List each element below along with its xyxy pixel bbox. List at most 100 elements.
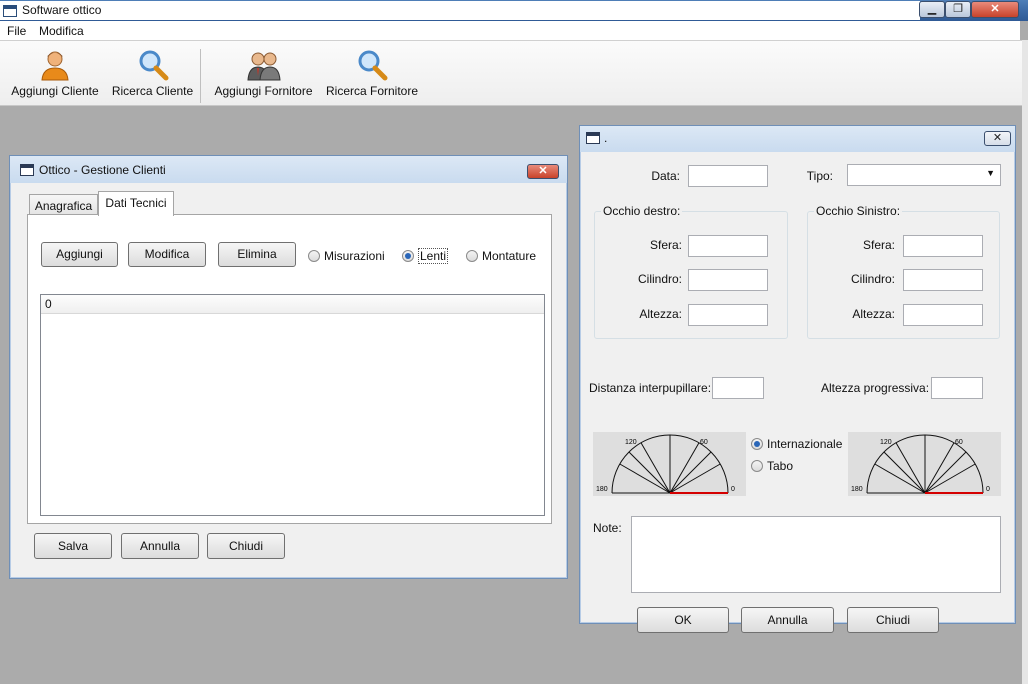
search-supplier-label: Ricerca Fornitore: [326, 84, 419, 98]
axis-protractor-right[interactable]: 0 60 120 180: [593, 432, 746, 496]
altezza-prog-label: Altezza progressiva:: [821, 381, 930, 395]
radio-internazionale-label: Internazionale: [767, 437, 843, 451]
toolbar-separator: [200, 49, 201, 103]
radio-circle-icon: [751, 460, 763, 472]
close-button[interactable]: ✕: [971, 1, 1019, 18]
od-altezza-field[interactable]: [688, 304, 768, 326]
search-client-label: Ricerca Cliente: [111, 84, 194, 98]
occhio-sinistro-title: Occhio Sinistro:: [814, 204, 903, 218]
menu-modifica[interactable]: Modifica: [39, 24, 84, 38]
chevron-down-icon: ▼: [986, 168, 995, 178]
tab-dati-tecnici[interactable]: Dati Tecnici: [98, 191, 174, 216]
magnifier-icon: [139, 50, 168, 81]
clients-window: Ottico - Gestione Clienti ✕ Anagrafica D…: [9, 155, 568, 579]
radio-misurazioni-label: Misurazioni: [324, 249, 385, 263]
radio-tabo[interactable]: Tabo: [751, 459, 793, 473]
clients-window-titlebar[interactable]: Ottico - Gestione Clienti ✕: [10, 156, 567, 183]
radio-lenti[interactable]: Lenti: [402, 248, 449, 264]
axis-tick-60: 60: [955, 439, 963, 446]
tab-panel: Aggiungi Modifica Elimina Misurazioni Le…: [27, 214, 552, 524]
radio-misurazioni[interactable]: Misurazioni: [308, 249, 385, 263]
od-sfera-label: Sfera:: [649, 238, 682, 252]
tipo-label: Tipo:: [806, 169, 833, 183]
os-cilindro-label: Cilindro:: [850, 272, 895, 286]
os-sfera-label: Sfera:: [862, 238, 895, 252]
window-icon: [586, 132, 600, 144]
tipo-select[interactable]: ▼: [847, 164, 1001, 186]
delete-button[interactable]: Elimina: [218, 242, 296, 267]
detail-body: Data: Tipo: ▼ Occhio destro: Sfera: Cili…: [580, 152, 1015, 633]
list-item[interactable]: 0: [41, 295, 544, 314]
od-cilindro-label: Cilindro:: [637, 272, 682, 286]
distanza-field[interactable]: [712, 377, 764, 399]
radio-lenti-label: Lenti: [418, 248, 449, 264]
protractor-icon: 0 60 120 180: [596, 434, 735, 494]
axis-tick-60: 60: [700, 439, 708, 446]
menubar: File Modifica: [0, 21, 1020, 40]
search-supplier-button[interactable]: Ricerca Fornitore: [326, 49, 418, 103]
data-field[interactable]: [688, 165, 768, 187]
os-altezza-field[interactable]: [903, 304, 983, 326]
radio-montature-label: Montature: [482, 249, 537, 263]
toolbar: Aggiungi Cliente Ricerca Cliente Aggiung…: [0, 40, 1022, 106]
note-textarea[interactable]: [631, 516, 1001, 593]
axis-tick-180: 180: [851, 486, 863, 493]
os-cilindro-field[interactable]: [903, 269, 983, 291]
right-scrollbar[interactable]: [1022, 40, 1028, 684]
radio-selected-icon: [751, 438, 763, 450]
od-altezza-label: Altezza:: [639, 307, 682, 321]
minimize-button[interactable]: ▁: [919, 1, 945, 18]
od-sfera-field[interactable]: [688, 235, 768, 257]
data-label: Data:: [651, 169, 680, 183]
group-occhio-sinistro: Occhio Sinistro: Sfera: Cilindro: Altezz…: [807, 204, 1000, 339]
add-supplier-label: Aggiungi Fornitore: [214, 84, 313, 98]
app-titlebar: Software ottico ▁ ❐ ✕: [0, 0, 1028, 21]
detail-window: . ✕ Data: Tipo: ▼ Occhio destro: Sfera: …: [579, 125, 1016, 633]
clients-window-body: Anagrafica Dati Tecnici Aggiungi Modific…: [16, 183, 561, 572]
save-button[interactable]: Salva: [34, 533, 112, 559]
os-sfera-field[interactable]: [903, 235, 983, 257]
group-occhio-destro: Occhio destro: Sfera: Cilindro: Altezza:: [594, 204, 788, 339]
app-window-icon: [3, 5, 17, 17]
add-client-label: Aggiungi Cliente: [11, 84, 99, 98]
altezza-prog-field[interactable]: [931, 377, 983, 399]
radio-circle-icon: [466, 250, 478, 262]
close-window-button[interactable]: Chiudi: [847, 607, 939, 633]
clients-window-title: Ottico - Gestione Clienti: [39, 163, 166, 177]
ok-button[interactable]: OK: [637, 607, 729, 633]
note-label: Note:: [593, 521, 622, 535]
tab-anagrafica[interactable]: Anagrafica: [29, 194, 98, 216]
add-client-button[interactable]: Aggiungi Cliente: [8, 49, 102, 103]
axis-tick-0: 0: [986, 486, 990, 493]
maximize-button[interactable]: ❐: [945, 1, 971, 18]
search-client-button[interactable]: Ricerca Cliente: [110, 49, 195, 103]
menu-file[interactable]: File: [7, 24, 26, 38]
app-title: Software ottico: [22, 3, 102, 17]
data-list[interactable]: 0: [40, 294, 545, 516]
protractor-icon: 0 60 120 180: [851, 434, 990, 494]
users-group-icon: [246, 52, 281, 81]
detail-close-icon[interactable]: ✕: [984, 131, 1011, 146]
radio-tabo-label: Tabo: [767, 459, 794, 473]
distanza-label: Distanza interpupillare:: [589, 381, 712, 395]
add-supplier-button[interactable]: Aggiungi Fornitore: [212, 49, 315, 103]
radio-montature[interactable]: Montature: [466, 249, 536, 263]
cancel-button[interactable]: Annulla: [121, 533, 199, 559]
close-window-button[interactable]: Chiudi: [207, 533, 285, 559]
axis-tick-120: 120: [625, 439, 637, 446]
magnifier-icon: [358, 50, 388, 81]
cancel-button[interactable]: Annulla: [741, 607, 834, 633]
axis-tick-180: 180: [596, 486, 608, 493]
add-button[interactable]: Aggiungi: [41, 242, 118, 267]
axis-tick-120: 120: [880, 439, 892, 446]
od-cilindro-field[interactable]: [688, 269, 768, 291]
os-altezza-label: Altezza:: [852, 307, 895, 321]
detail-window-titlebar[interactable]: . ✕: [580, 126, 1015, 152]
radio-internazionale[interactable]: Internazionale: [751, 437, 842, 451]
edit-button[interactable]: Modifica: [128, 242, 206, 267]
user-icon: [41, 51, 69, 81]
app-title-area: Software ottico: [0, 1, 920, 20]
window-icon: [20, 164, 34, 176]
clients-close-icon[interactable]: ✕: [527, 164, 559, 179]
axis-protractor-left[interactable]: 0 60 120 180: [848, 432, 1001, 496]
